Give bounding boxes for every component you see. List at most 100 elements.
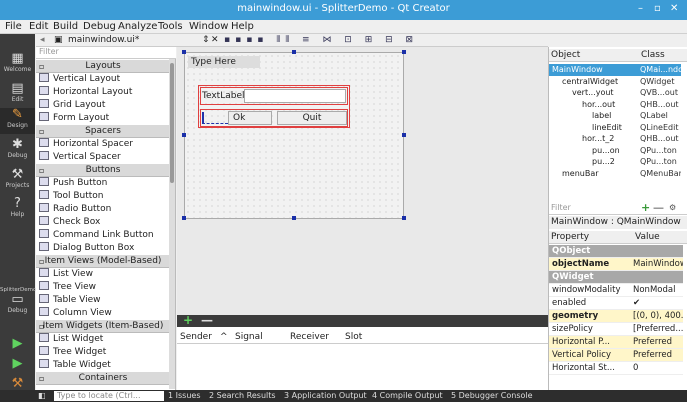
menu-build[interactable]: Build <box>53 21 78 32</box>
col-signal[interactable]: Signal <box>235 332 263 342</box>
widget-item[interactable]: Vertical Layout <box>36 73 170 86</box>
widget-category[interactable]: ▫ Spacers <box>36 125 170 138</box>
object-tree-row[interactable]: MainWindow QMai...ndow <box>549 64 681 76</box>
col-slot[interactable]: Slot <box>345 332 362 342</box>
mode-help[interactable]: ? Help <box>0 197 35 219</box>
wrench-icon[interactable]: ⚙ <box>669 203 676 212</box>
widget-item[interactable]: Dialog Button Box <box>36 242 170 255</box>
build-button[interactable]: ⚒ <box>0 377 35 391</box>
resize-handle[interactable] <box>182 50 186 54</box>
property-row[interactable]: enabled ✔ <box>549 297 683 310</box>
menu-edit[interactable]: Edit <box>29 21 48 32</box>
col-property[interactable]: Property <box>551 232 589 242</box>
widget-box-scrollbar[interactable] <box>169 59 175 389</box>
collapse-icon[interactable]: ▫ <box>39 320 44 332</box>
toggle-sidebar-icon[interactable]: ◧ <box>38 391 46 400</box>
menu-help[interactable]: Help <box>231 21 254 32</box>
col-class[interactable]: Class <box>641 50 665 60</box>
object-tree-row[interactable]: menuBar QMenuBar <box>549 168 681 180</box>
widget-item[interactable]: Push Button <box>36 177 170 190</box>
menu-tools[interactable]: Tools <box>158 21 183 32</box>
collapse-icon[interactable]: ▫ <box>39 125 44 137</box>
remove-dynamic-property-button[interactable]: — <box>653 201 664 214</box>
object-tree-row[interactable]: hor...out QHB...out <box>549 99 681 111</box>
widget-item[interactable]: Command Link Button <box>36 229 170 242</box>
property-group[interactable]: QObject <box>549 245 683 258</box>
object-tree-row[interactable]: pu...2 QPu...ton <box>549 156 681 168</box>
collapse-icon[interactable]: ▫ <box>39 255 44 267</box>
widget-item[interactable]: Vertical Spacer <box>36 151 170 164</box>
property-value[interactable]: Preferred <box>633 336 683 348</box>
debug-run-button[interactable]: ▶ <box>0 357 35 371</box>
widget-item[interactable]: Tree View <box>36 281 170 294</box>
object-tree-row[interactable]: centralWidget QWidget <box>549 76 681 88</box>
widget-item[interactable]: Horizontal Layout <box>36 86 170 99</box>
object-tree-row[interactable]: pu...on QPu...ton <box>549 145 681 157</box>
widget-category[interactable]: ▫ Buttons <box>36 164 170 177</box>
widget-item[interactable]: Check Box <box>36 216 170 229</box>
file-tab-dropdown-icon[interactable]: ⇕ <box>202 35 210 45</box>
property-value[interactable]: NonModal <box>633 284 683 296</box>
property-value[interactable]: [(0, 0), 400... <box>633 310 683 322</box>
collapse-icon[interactable]: ▫ <box>39 60 44 72</box>
menu-debug[interactable]: Debug <box>83 21 116 32</box>
output-tab-debugger[interactable]: 5 Debugger Console <box>451 391 533 400</box>
object-tree-row[interactable]: lineEdit QLineEdit <box>549 122 681 134</box>
locator-input[interactable]: Type to locate (Ctrl... <box>54 391 164 401</box>
widget-item[interactable]: Tree Widget <box>36 346 170 359</box>
form-line-edit[interactable] <box>244 89 346 103</box>
col-value[interactable]: Value <box>635 232 660 242</box>
resize-handle[interactable] <box>292 50 296 54</box>
property-value[interactable]: 0 <box>633 362 683 374</box>
collapse-icon[interactable]: ▫ <box>39 372 44 384</box>
widget-category[interactable]: ▫ Containers <box>36 372 170 385</box>
property-row[interactable]: objectName MainWindow <box>549 258 683 271</box>
kit-selector[interactable]: SplitterDemo ▭ Debug <box>0 287 36 314</box>
output-tab-compile[interactable]: 4 Compile Output <box>372 391 443 400</box>
resize-handle[interactable] <box>292 216 296 220</box>
property-filter-input[interactable]: Filter + — ⚙ <box>549 201 687 215</box>
mode-debug[interactable]: ✱ Debug <box>0 138 35 160</box>
resize-handle[interactable] <box>402 216 406 220</box>
property-row[interactable]: geometry [(0, 0), 400... <box>549 310 683 323</box>
splitter-handle[interactable] <box>202 112 228 124</box>
output-tab-search[interactable]: 2 Search Results <box>209 391 276 400</box>
mode-welcome[interactable]: ▦ Welcome <box>0 52 35 74</box>
widget-item[interactable]: Grid Layout <box>36 99 170 112</box>
property-row[interactable]: windowModality NonModal <box>549 284 683 297</box>
property-row[interactable]: Horizontal St... 0 <box>549 362 683 375</box>
close-button[interactable]: ✕ <box>670 3 678 14</box>
property-row[interactable]: Vertical Policy Preferred <box>549 349 683 362</box>
form-text-label[interactable]: TextLabel <box>202 91 244 101</box>
sort-arrow-icon[interactable]: ^ <box>220 332 228 342</box>
object-tree-row[interactable]: hor...t_2 QHB...out <box>549 133 681 145</box>
object-tree-row[interactable]: label QLabel <box>549 110 681 122</box>
widget-category[interactable]: ▫ Item Views (Model-Based) <box>36 255 170 268</box>
property-row[interactable]: sizePolicy [Preferred... <box>549 323 683 336</box>
mode-projects[interactable]: ⚒ Projects <box>0 168 35 190</box>
output-tab-issues[interactable]: 1 Issues <box>168 391 201 400</box>
minimize-button[interactable]: – <box>638 3 643 14</box>
scrollbar-thumb[interactable] <box>170 63 174 183</box>
menu-file[interactable]: File <box>5 21 22 32</box>
property-row[interactable]: Horizontal P... Preferred <box>549 336 683 349</box>
widget-item[interactable]: Table Widget <box>36 359 170 372</box>
property-value[interactable]: [Preferred... <box>633 323 683 335</box>
widget-item[interactable]: Table View <box>36 294 170 307</box>
col-receiver[interactable]: Receiver <box>290 332 329 342</box>
mode-design[interactable]: ✎ Design <box>0 108 35 134</box>
widget-category[interactable]: ▫ Layouts <box>36 60 170 73</box>
menu-analyze[interactable]: Analyze <box>118 21 157 32</box>
widget-item[interactable]: Column View <box>36 307 170 320</box>
resize-handle[interactable] <box>402 50 406 54</box>
property-value[interactable]: MainWindow <box>633 258 683 270</box>
property-value[interactable]: Preferred <box>633 349 683 361</box>
resize-handle[interactable] <box>182 133 186 137</box>
run-button[interactable]: ▶ <box>0 337 35 351</box>
close-document-icon[interactable]: ✕ <box>211 35 219 45</box>
add-dynamic-property-button[interactable]: + <box>641 201 650 214</box>
collapse-icon[interactable]: ▫ <box>39 164 44 176</box>
widget-item[interactable]: Radio Button <box>36 203 170 216</box>
form-quit-button[interactable]: Quit <box>277 111 347 125</box>
resize-handle[interactable] <box>402 133 406 137</box>
